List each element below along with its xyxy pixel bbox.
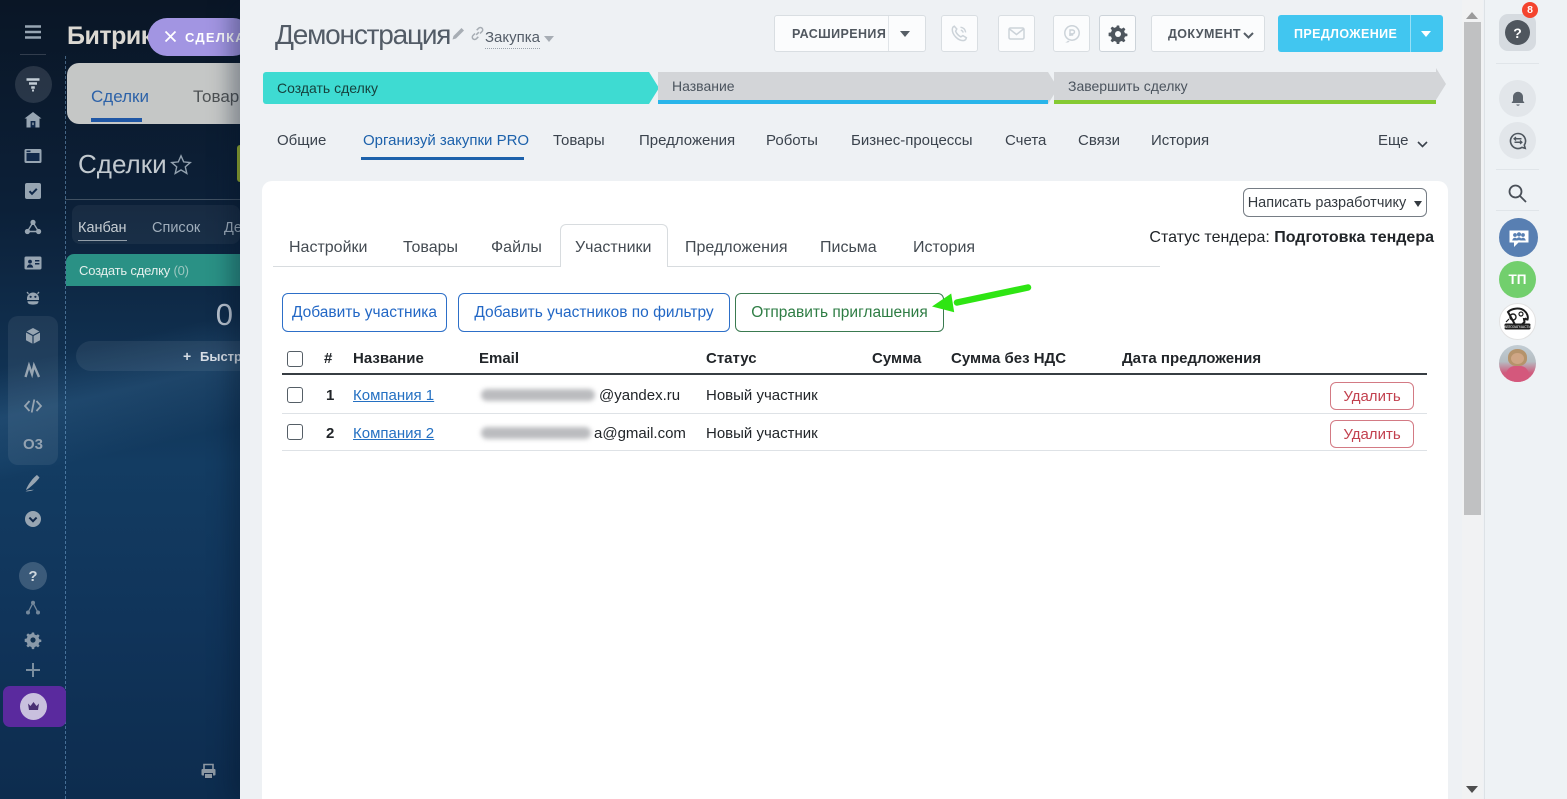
svg-text:АВТОЗАПЧАСТИ: АВТОЗАПЧАСТИ [1504, 325, 1531, 329]
